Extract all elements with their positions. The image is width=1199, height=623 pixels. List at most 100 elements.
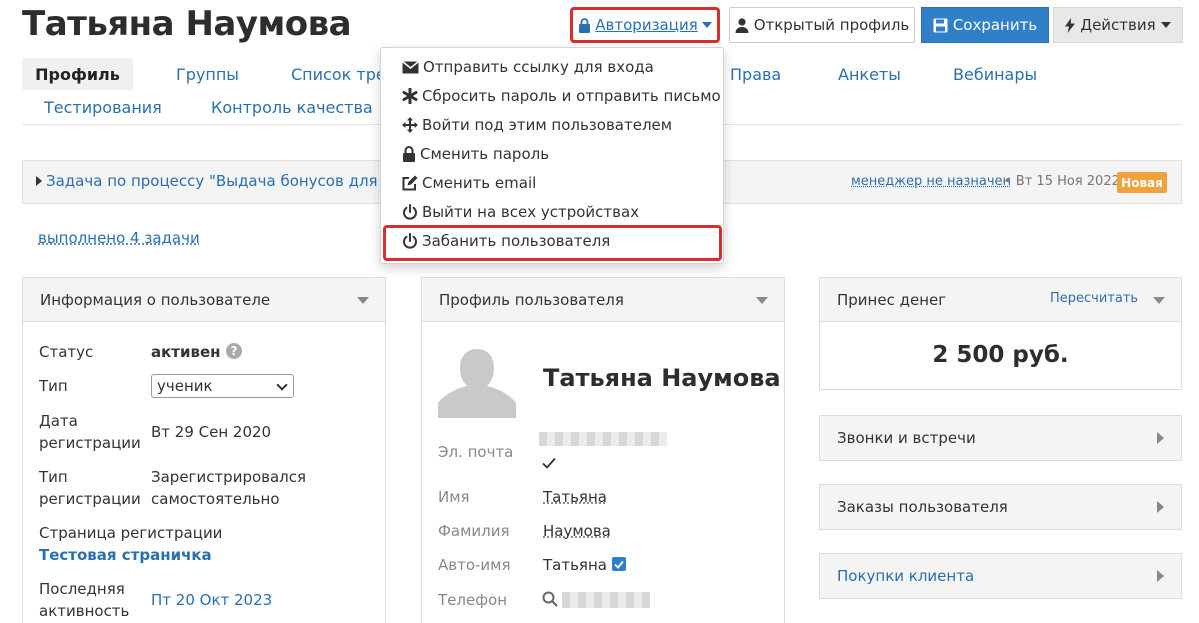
chevron-right-icon xyxy=(1157,432,1164,444)
chevron-down-icon[interactable] xyxy=(357,297,369,304)
panel-title: Звонки и встречи xyxy=(837,429,976,447)
menu-item-label: Выйти на всех устройствах xyxy=(422,203,640,221)
menu-item-change-email[interactable]: Сменить email xyxy=(402,174,536,192)
chevron-down-icon xyxy=(276,379,288,391)
phone-label: Телефон xyxy=(438,591,508,609)
tab-groups[interactable]: Группы xyxy=(176,65,239,84)
chevron-down-icon[interactable] xyxy=(1153,297,1165,304)
save-label: Сохранить xyxy=(952,16,1038,34)
actions-label: Действия xyxy=(1080,16,1156,34)
open-profile-label: Открытый профиль xyxy=(753,16,910,34)
last-activity-label: Последняя активность xyxy=(39,578,129,622)
reg-page-label: Страница регистрации xyxy=(39,524,223,542)
tab-profile[interactable]: Профиль xyxy=(22,58,133,90)
last-name-label: Фамилия xyxy=(438,522,510,540)
auth-button-label: Авторизация xyxy=(595,16,698,34)
purchases-panel[interactable]: Покупки клиента xyxy=(819,553,1182,599)
reg-page-link[interactable]: Тестовая страничка xyxy=(39,544,212,566)
status-value: активен xyxy=(151,343,221,361)
reg-type-label-line1: Тип xyxy=(39,468,68,486)
calls-panel[interactable]: Звонки и встречи xyxy=(819,415,1182,461)
reg-type-label-line2: регистрации xyxy=(39,490,141,508)
envelope-icon xyxy=(402,60,419,73)
lock-icon xyxy=(403,146,415,162)
last-name-value[interactable]: Наумова xyxy=(543,520,611,542)
tab-surveys[interactable]: Анкеты xyxy=(838,65,901,84)
chevron-right-icon xyxy=(1157,570,1164,582)
menu-item-login-as-user[interactable]: Войти под этим пользователем xyxy=(402,116,672,134)
first-name-label: Имя xyxy=(438,488,470,506)
ban-user-highlight xyxy=(383,225,722,261)
user-type-select[interactable]: ученик xyxy=(151,374,294,398)
chevron-down-icon xyxy=(701,22,712,28)
open-profile-button[interactable]: Открытый профиль xyxy=(729,7,915,43)
floppy-disk-icon xyxy=(933,18,948,32)
reg-date-label-line2: регистрации xyxy=(39,434,141,452)
auto-name-checkbox[interactable] xyxy=(612,557,626,571)
tab-quality-control[interactable]: Контроль качества xyxy=(211,98,373,117)
menu-item-change-password[interactable]: Сменить пароль xyxy=(402,145,549,163)
chevron-right-icon xyxy=(36,176,42,186)
recalculate-link[interactable]: Пересчитать xyxy=(1050,291,1138,306)
status-badge: Новая xyxy=(1117,172,1167,193)
chevron-right-icon xyxy=(1157,501,1164,513)
user-profile-panel-header[interactable]: Профиль пользователя xyxy=(422,278,784,322)
menu-item-label: Войти под этим пользователем xyxy=(422,116,673,134)
user-icon xyxy=(735,17,749,33)
status-label: Статус xyxy=(39,343,94,361)
last-activity-label-line1: Последняя xyxy=(39,580,125,598)
type-label: Тип xyxy=(39,377,68,395)
panel-title: Заказы пользователя xyxy=(837,498,1008,516)
user-type-value: ученик xyxy=(157,377,213,395)
power-icon xyxy=(403,204,417,220)
search-icon[interactable] xyxy=(542,591,558,607)
tab-testing[interactable]: Тестирования xyxy=(44,98,162,117)
last-activity-value[interactable]: Пт 20 Окт 2023 xyxy=(151,589,272,611)
email-value-blurred[interactable] xyxy=(539,432,667,446)
auth-button-highlight: Авторизация xyxy=(570,7,720,43)
calls-panel-header[interactable]: Звонки и встречи xyxy=(820,416,1181,460)
menu-item-label: Сменить пароль xyxy=(420,145,550,163)
panel-title: Покупки клиента xyxy=(837,567,975,585)
checkmark-icon xyxy=(542,457,556,469)
chevron-down-icon[interactable] xyxy=(756,297,768,304)
money-amount: 2 500 руб. xyxy=(932,342,1069,368)
tab-training-list[interactable]: Список тре xyxy=(291,65,386,84)
auth-dropdown-button[interactable]: Авторизация xyxy=(578,16,712,34)
menu-item-logout-all-devices[interactable]: Выйти на всех устройствах xyxy=(402,203,639,221)
first-name-value[interactable]: Татьяна xyxy=(543,486,607,508)
task-manager-link[interactable]: менеджер не назначен xyxy=(851,174,1011,189)
orders-panel-header[interactable]: Заказы пользователя xyxy=(820,485,1181,529)
done-tasks-link[interactable]: выполнено 4 задачи xyxy=(38,229,200,247)
auto-name-label: Авто-имя xyxy=(438,556,511,574)
task-link[interactable]: Задача по процессу "Выдача бонусов для н… xyxy=(36,172,410,190)
purchases-panel-header[interactable]: Покупки клиента xyxy=(820,554,1181,598)
auto-name-value: Татьяна xyxy=(543,556,607,574)
user-info-panel-header[interactable]: Информация о пользователе xyxy=(23,278,385,322)
task-title: Задача по процессу "Выдача бонусов для н… xyxy=(46,172,411,190)
tab-webinars[interactable]: Вебинары xyxy=(953,65,1037,84)
panel-title: Принес денег xyxy=(837,290,947,309)
menu-item-send-login-link[interactable]: Отправить ссылку для входа xyxy=(402,58,654,76)
reg-date-label-line1: Дата xyxy=(39,412,78,430)
menu-item-label: Отправить ссылку для входа xyxy=(423,58,654,76)
email-label: Эл. почта xyxy=(438,443,514,461)
menu-item-label: Сменить email xyxy=(422,174,537,192)
edit-icon xyxy=(402,175,418,191)
help-icon[interactable]: ? xyxy=(226,343,242,359)
orders-panel[interactable]: Заказы пользователя xyxy=(819,484,1182,530)
save-button[interactable]: Сохранить xyxy=(921,7,1049,43)
move-icon xyxy=(402,117,418,133)
phone-value-blurred[interactable] xyxy=(562,592,650,608)
actions-button[interactable]: Действия xyxy=(1053,7,1183,43)
reg-type-label: Тип регистрации xyxy=(39,466,141,510)
reg-type-value-line1: Зарегистрировался xyxy=(151,468,307,486)
asterisk-icon xyxy=(402,88,418,104)
profile-name: Татьяна Наумова xyxy=(543,364,781,392)
tab-rights[interactable]: Права xyxy=(730,65,781,84)
task-date: • Вт 15 Ноя 2022 xyxy=(1004,174,1120,189)
page-title: Татьяна Наумова xyxy=(22,4,352,44)
menu-item-reset-password[interactable]: Сбросить пароль и отправить письмо xyxy=(402,87,721,105)
lock-icon xyxy=(579,17,591,33)
checkmark-icon xyxy=(614,560,624,569)
